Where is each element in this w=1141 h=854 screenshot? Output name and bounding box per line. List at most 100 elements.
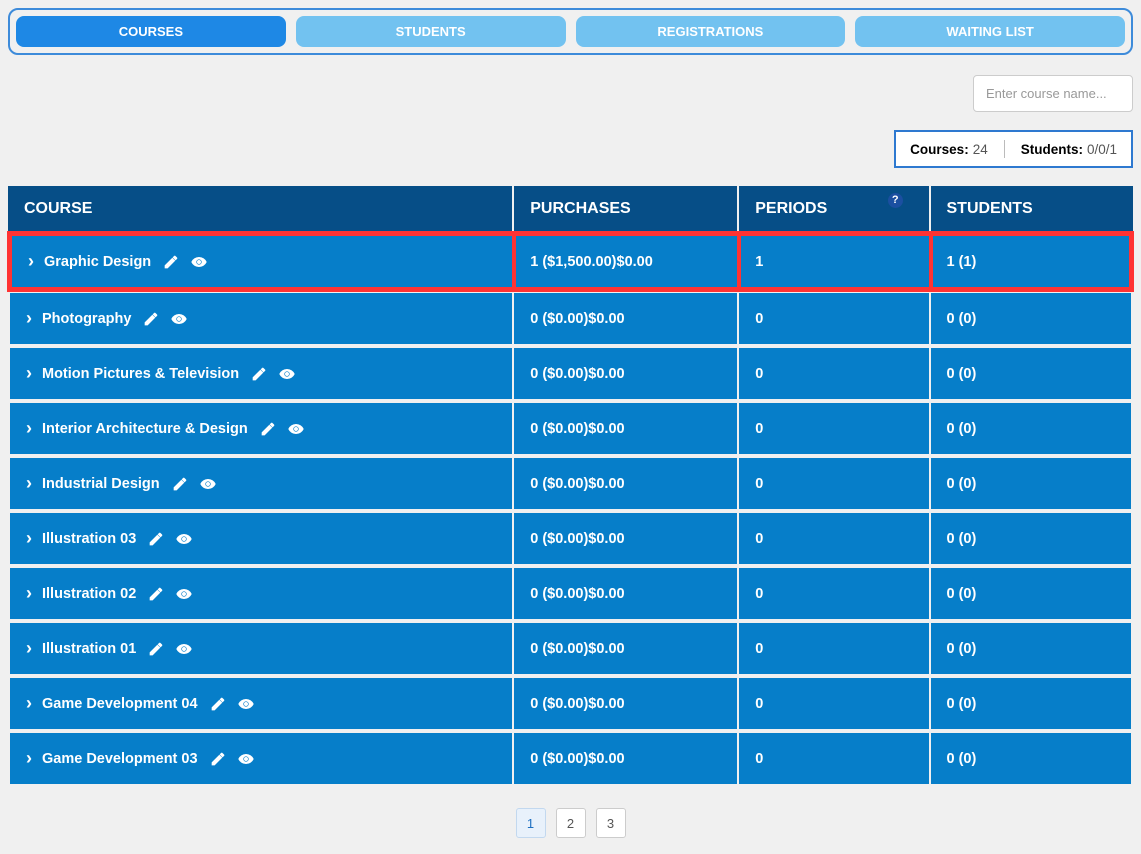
course-name[interactable]: Interior Architecture & Design	[42, 421, 248, 437]
cell-periods: 0	[739, 456, 930, 511]
chevron-right-icon[interactable]	[28, 251, 36, 272]
help-icon[interactable]: ?	[888, 193, 903, 208]
cell-course[interactable]: Game Development 03	[8, 731, 514, 786]
eye-icon[interactable]	[176, 641, 192, 657]
course-name[interactable]: Industrial Design	[42, 476, 160, 492]
cell-course[interactable]: Industrial Design	[8, 456, 514, 511]
stats-row: Courses:24 Students:0/0/1	[8, 130, 1133, 168]
table-row[interactable]: Illustration 020 ($0.00)$0.0000 (0)	[8, 566, 1133, 621]
tab-students[interactable]: STUDENTS	[296, 16, 566, 47]
chevron-right-icon[interactable]	[26, 418, 34, 439]
chevron-right-icon[interactable]	[26, 528, 34, 549]
students-value: 0/0/1	[1087, 142, 1117, 157]
cell-course[interactable]: Illustration 03	[8, 511, 514, 566]
col-header-students[interactable]: STUDENTS	[931, 186, 1134, 232]
cell-course[interactable]: Game Development 04	[8, 676, 514, 731]
edit-icon[interactable]	[172, 476, 188, 492]
eye-icon[interactable]	[191, 254, 207, 270]
table-row[interactable]: Interior Architecture & Design 0 ($0.00)$…	[8, 401, 1133, 456]
edit-icon[interactable]	[210, 696, 226, 712]
cell-periods: 0	[739, 621, 930, 676]
eye-icon[interactable]	[279, 366, 295, 382]
chevron-right-icon[interactable]	[26, 583, 34, 604]
courses-label: Courses:	[910, 142, 969, 157]
chevron-right-icon[interactable]	[26, 693, 34, 714]
course-name[interactable]: Game Development 03	[42, 751, 198, 767]
cell-purchases: 0 ($0.00)$0.00	[514, 346, 739, 401]
cell-course[interactable]: Graphic Design	[8, 232, 514, 291]
course-name[interactable]: Illustration 01	[42, 641, 136, 657]
edit-icon[interactable]	[143, 311, 159, 327]
eye-icon[interactable]	[238, 696, 254, 712]
cell-students: 1 (1)	[931, 232, 1134, 291]
course-name[interactable]: Game Development 04	[42, 696, 198, 712]
cell-students: 0 (0)	[931, 291, 1134, 346]
cell-periods: 0	[739, 676, 930, 731]
course-name[interactable]: Photography	[42, 311, 131, 327]
cell-periods: 0	[739, 511, 930, 566]
edit-icon[interactable]	[210, 751, 226, 767]
eye-icon[interactable]	[171, 311, 187, 327]
cell-purchases: 0 ($0.00)$0.00	[514, 401, 739, 456]
students-label: Students:	[1021, 142, 1083, 157]
table-row[interactable]: Industrial Design0 ($0.00)$0.0000 (0)	[8, 456, 1133, 511]
page-button-2[interactable]: 2	[556, 808, 586, 838]
course-search-input[interactable]	[973, 75, 1133, 112]
table-row[interactable]: Game Development 040 ($0.00)$0.0000 (0)	[8, 676, 1133, 731]
edit-icon[interactable]	[148, 531, 164, 547]
pagination: 123	[8, 808, 1133, 846]
chevron-right-icon[interactable]	[26, 308, 34, 329]
edit-icon[interactable]	[163, 254, 179, 270]
table-row[interactable]: Game Development 030 ($0.00)$0.0000 (0)	[8, 731, 1133, 786]
eye-icon[interactable]	[238, 751, 254, 767]
students-stat: Students: 0/0/1	[1021, 142, 1117, 157]
chevron-right-icon[interactable]	[26, 748, 34, 769]
eye-icon[interactable]	[176, 586, 192, 602]
edit-icon[interactable]	[251, 366, 267, 382]
cell-students: 0 (0)	[931, 401, 1134, 456]
edit-icon[interactable]	[148, 586, 164, 602]
cell-periods: 0	[739, 401, 930, 456]
eye-icon[interactable]	[200, 476, 216, 492]
page: COURSES STUDENTS REGISTRATIONS WAITING LIST…	[8, 8, 1133, 846]
cell-purchases: 1 ($1,500.00)$0.00	[514, 232, 739, 291]
cell-students: 0 (0)	[931, 731, 1134, 786]
search-row	[8, 75, 1133, 112]
tab-waiting-list[interactable]: WAITING LIST	[855, 16, 1125, 47]
edit-icon[interactable]	[260, 421, 276, 437]
chevron-right-icon[interactable]	[26, 638, 34, 659]
chevron-right-icon[interactable]	[26, 363, 34, 384]
table-row[interactable]: Illustration 030 ($0.00)$0.0000 (0)	[8, 511, 1133, 566]
cell-course[interactable]: Photography	[8, 291, 514, 346]
cell-periods: 1	[739, 232, 930, 291]
cell-periods: 0	[739, 566, 930, 621]
course-name[interactable]: Graphic Design	[44, 254, 151, 270]
tab-registrations[interactable]: REGISTRATIONS	[576, 16, 846, 47]
cell-periods: 0	[739, 731, 930, 786]
table-row[interactable]: Motion Pictures & Television 0 ($0.00)$0.…	[8, 346, 1133, 401]
table-row[interactable]: Graphic Design 1 ($1,500.00)$0.0011 (1)	[8, 232, 1133, 291]
table-row[interactable]: Illustration 010 ($0.00)$0.0000 (0)	[8, 621, 1133, 676]
edit-icon[interactable]	[148, 641, 164, 657]
col-header-periods[interactable]: PERIODS ?	[739, 186, 930, 232]
divider	[1004, 140, 1005, 158]
eye-icon[interactable]	[176, 531, 192, 547]
cell-course[interactable]: Illustration 02	[8, 566, 514, 621]
page-button-1[interactable]: 1	[516, 808, 546, 838]
cell-course[interactable]: Motion Pictures & Television	[8, 346, 514, 401]
eye-icon[interactable]	[288, 421, 304, 437]
cell-purchases: 0 ($0.00)$0.00	[514, 676, 739, 731]
table-row[interactable]: Photography0 ($0.00)$0.0000 (0)	[8, 291, 1133, 346]
cell-course[interactable]: Illustration 01	[8, 621, 514, 676]
stats-box: Courses:24 Students:0/0/1	[894, 130, 1133, 168]
cell-course[interactable]: Interior Architecture & Design	[8, 401, 514, 456]
col-header-course[interactable]: COURSE	[8, 186, 514, 232]
tab-courses[interactable]: COURSES	[16, 16, 286, 47]
page-button-3[interactable]: 3	[596, 808, 626, 838]
col-header-purchases[interactable]: PURCHASES	[514, 186, 739, 232]
course-name[interactable]: Motion Pictures & Television	[42, 366, 239, 382]
course-name[interactable]: Illustration 03	[42, 531, 136, 547]
course-name[interactable]: Illustration 02	[42, 586, 136, 602]
chevron-right-icon[interactable]	[26, 473, 34, 494]
cell-periods: 0	[739, 346, 930, 401]
